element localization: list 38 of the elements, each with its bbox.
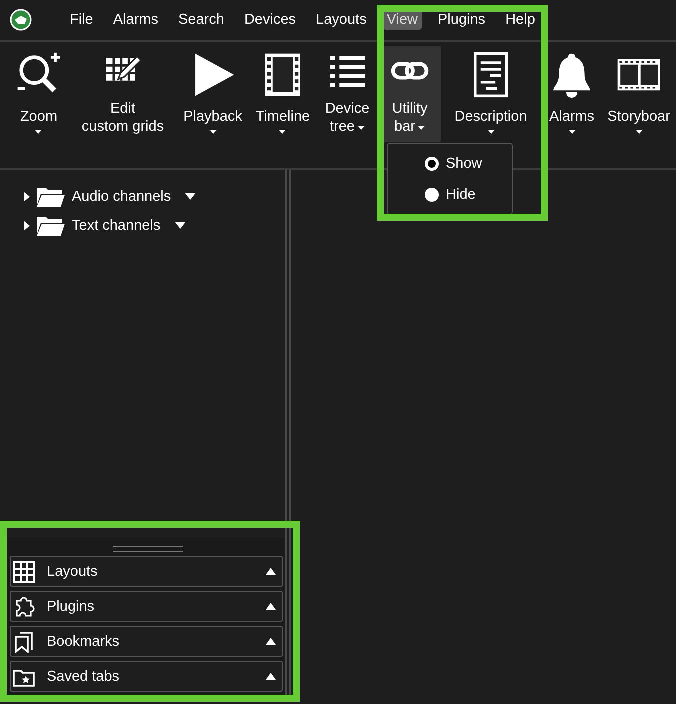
tree-item-label[interactable]: Text channels xyxy=(72,218,161,234)
toolbar-button[interactable]: Alarms xyxy=(541,46,603,142)
menu-item[interactable]: Help xyxy=(502,10,540,30)
collapse-arrow-icon xyxy=(266,673,276,680)
expand-arrow-icon[interactable] xyxy=(24,192,30,202)
menu-item[interactable]: File xyxy=(66,10,98,30)
dropdown-arrow-icon[interactable] xyxy=(174,222,186,229)
dropdown-arrow-icon[interactable] xyxy=(185,193,196,200)
menu-item[interactable]: Alarms xyxy=(109,10,162,30)
menu-item[interactable]: Search xyxy=(174,10,228,30)
panel-header[interactable]: Plugins xyxy=(10,591,283,622)
menu-option[interactable]: Show xyxy=(388,148,488,179)
bookmark-icon xyxy=(13,630,35,652)
expand-arrow-icon[interactable] xyxy=(24,220,30,230)
toolbar-button[interactable]: Timeline xyxy=(250,46,316,142)
collapse-arrow-icon xyxy=(266,568,276,575)
panel-header[interactable]: Layouts xyxy=(10,556,283,587)
collapse-arrow-icon xyxy=(266,638,276,645)
toolbar-button[interactable]: Zoom xyxy=(8,46,70,142)
collapse-arrow-icon xyxy=(266,603,276,610)
menu-item[interactable]: Devices xyxy=(240,10,300,30)
toolbar-button[interactable]: Playback xyxy=(176,46,250,142)
toolbar-button[interactable]: Edit custom grids xyxy=(70,46,176,142)
toolbar-button[interactable]: Storyboar xyxy=(603,46,675,142)
resize-grip[interactable] xyxy=(112,546,182,552)
grid-icon xyxy=(13,560,35,582)
panel-header[interactable]: Bookmarks xyxy=(10,626,283,657)
folder-icon xyxy=(36,214,66,236)
menu-option[interactable]: Hide xyxy=(388,179,482,210)
folder-icon xyxy=(36,186,66,208)
puzzle-icon xyxy=(13,596,35,618)
toolbar-button[interactable]: Description xyxy=(441,46,541,142)
menu-item[interactable]: Plugins xyxy=(434,10,490,30)
panel-header[interactable]: Saved tabs xyxy=(10,661,283,692)
app-logo-icon xyxy=(10,9,32,31)
tree-item-label[interactable]: Audio channels xyxy=(72,188,172,204)
toolbar-button[interactable]: Device tree xyxy=(316,46,379,142)
menu-item[interactable]: Layouts xyxy=(312,10,371,30)
